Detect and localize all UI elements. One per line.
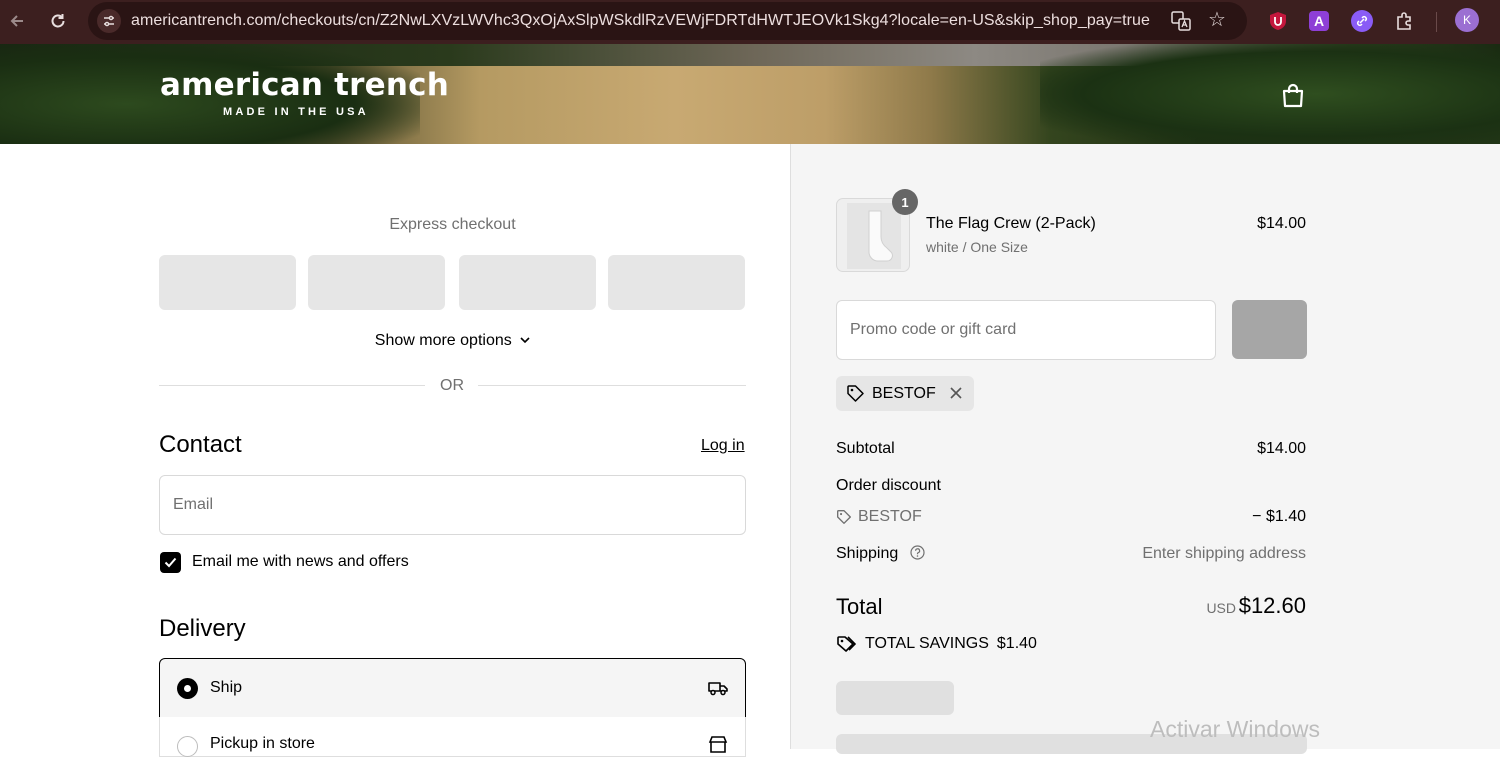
shipping-label: Shipping: [836, 545, 899, 562]
toolbar-divider: [1436, 12, 1437, 32]
site-settings-icon[interactable]: [97, 9, 121, 33]
loading-skeleton: [836, 681, 954, 715]
or-divider-label: OR: [440, 377, 464, 394]
store-logo-tagline: MADE IN THE USA: [223, 106, 369, 118]
shipping-value: Enter shipping address: [1142, 545, 1306, 562]
delivery-heading: Delivery: [159, 615, 246, 642]
discount-code-label: BESTOF: [858, 508, 922, 525]
extension-a-label: A: [1313, 13, 1325, 29]
delivery-option-pickup[interactable]: Pickup in store: [159, 717, 746, 757]
delivery-option-ship[interactable]: Ship: [159, 658, 746, 718]
store-logo[interactable]: american trench: [160, 67, 449, 103]
ship-radio[interactable]: [177, 677, 198, 699]
tags-icon: [837, 636, 856, 652]
total-savings-label: TOTAL SAVINGS: [865, 635, 989, 652]
reload-icon[interactable]: [43, 6, 73, 36]
applied-code-label: BESTOF: [872, 385, 936, 402]
express-pay-button-3[interactable]: [459, 255, 596, 310]
product-variant: white / One Size: [926, 239, 1028, 255]
or-divider-left: [159, 385, 425, 386]
quantity-badge: 1: [892, 189, 918, 215]
banner-trees-right: [1040, 44, 1500, 144]
tag-icon: [837, 510, 851, 524]
ublock-extension-icon[interactable]: [1267, 10, 1289, 32]
truck-icon: [707, 679, 729, 697]
store-icon: [707, 735, 729, 753]
express-checkout-title: Express checkout: [389, 216, 516, 233]
url-text[interactable]: americantrench.com/checkouts/cn/Z2NwLXVz…: [131, 12, 1150, 30]
bookmark-star-icon[interactable]: ☆: [1208, 7, 1226, 32]
order-discount-label: Order discount: [836, 477, 941, 494]
translate-icon[interactable]: [1170, 10, 1192, 32]
browser-toolbar: americantrench.com/checkouts/cn/Z2NwLXVz…: [0, 0, 1500, 44]
product-name: The Flag Crew (2-Pack): [926, 215, 1096, 232]
checkmark-icon: [164, 557, 177, 568]
chevron-down-icon: [520, 337, 530, 344]
profile-initial: K: [1462, 13, 1471, 27]
address-bar[interactable]: americantrench.com/checkouts/cn/Z2NwLXVz…: [88, 2, 1247, 40]
product-price: $14.00: [1257, 215, 1306, 232]
subtotal-value: $14.00: [1257, 440, 1306, 457]
contact-heading: Contact: [159, 431, 242, 458]
log-in-link[interactable]: Log in: [701, 437, 745, 455]
or-divider-right: [478, 385, 746, 386]
total-currency: USD: [1206, 600, 1236, 616]
express-pay-button-4[interactable]: [608, 255, 745, 310]
store-header-banner: american trench MADE IN THE USA: [0, 44, 1500, 144]
close-icon[interactable]: [947, 384, 965, 402]
pickup-radio[interactable]: [177, 736, 198, 757]
help-circle-icon[interactable]: [910, 545, 925, 560]
link-extension-icon[interactable]: [1351, 10, 1373, 32]
show-more-options-label: Show more options: [374, 332, 512, 349]
profile-avatar[interactable]: K: [1455, 8, 1479, 32]
news-offers-label[interactable]: Email me with news and offers: [192, 553, 409, 571]
discount-code-row: BESTOF: [836, 508, 922, 526]
total-savings-value: $1.40: [996, 635, 1037, 652]
total-label: Total: [836, 594, 883, 619]
shipping-row: Shipping: [836, 545, 925, 563]
extension-a-icon[interactable]: A: [1309, 11, 1329, 31]
pickup-option-label: Pickup in store: [210, 735, 315, 752]
windows-activation-watermark: Activar Windows: [1150, 716, 1320, 742]
express-pay-button-1[interactable]: [159, 255, 296, 310]
news-offers-checkbox[interactable]: [160, 552, 181, 573]
promo-code-input[interactable]: [836, 300, 1216, 360]
subtotal-label: Subtotal: [836, 440, 895, 457]
shopping-bag-icon[interactable]: [1281, 83, 1305, 109]
email-field[interactable]: [159, 475, 746, 535]
total-value: $12.60: [1238, 593, 1306, 618]
discount-value: − $1.40: [1252, 508, 1306, 525]
apply-promo-button[interactable]: [1232, 300, 1307, 359]
product-image: [847, 203, 901, 269]
back-arrow-icon[interactable]: [2, 6, 32, 36]
total-savings-row: TOTAL SAVINGS $1.40: [836, 634, 1037, 654]
applied-discount-chip: BESTOF: [836, 376, 974, 411]
tag-icon: [847, 385, 864, 402]
express-pay-button-2[interactable]: [308, 255, 445, 310]
extensions-puzzle-icon[interactable]: [1393, 10, 1415, 32]
ship-option-label: Ship: [210, 679, 243, 696]
show-more-options-button[interactable]: Show more options: [159, 332, 746, 350]
